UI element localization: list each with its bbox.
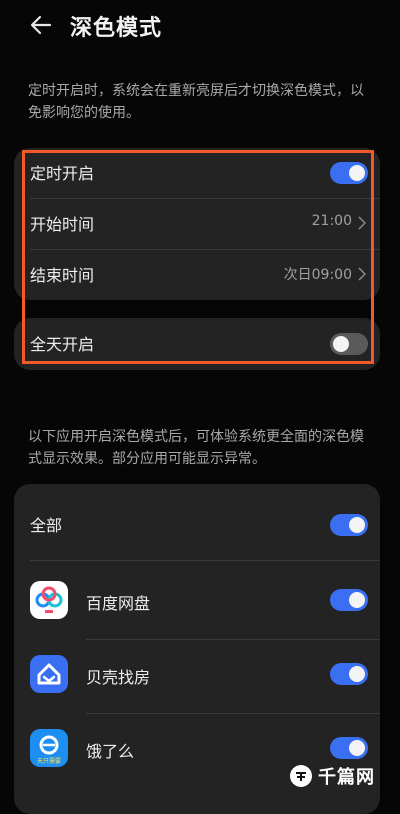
page-title: 深色模式 [70,16,163,41]
watermark-logo-icon [290,765,312,787]
all-day-toggle-row[interactable]: 全天开启 [14,319,380,369]
start-time-row[interactable]: 开始时间 21:00 [14,199,380,249]
app-name: 贝壳找房 [86,668,151,687]
watermark-text: 千篇网 [318,767,375,788]
toggle-knob [349,740,365,756]
app-row-baidu-netdisk[interactable]: 百度网盘 [14,576,380,624]
end-time-label: 结束时间 [30,266,95,285]
divider [86,639,380,640]
all-apps-toggle[interactable] [330,514,368,536]
chevron-right-icon [358,216,366,230]
app-row-beike[interactable]: 贝壳找房 [14,650,380,698]
scheduled-toggle-row[interactable]: 定时开启 [14,148,380,198]
arrow-left-icon [30,15,52,35]
toggle-knob [349,517,365,533]
all-apps-row[interactable]: 全部 [14,500,380,550]
app-name: 饿了么 [86,742,135,761]
schedule-notice: 定时开启时，系统会在重新亮屏后才切换深色模式，以免影响您的使用。 [28,83,364,121]
eleme-icon-text: 天只需要 [37,758,61,765]
start-time-value: 21:00 [311,213,352,229]
all-day-toggle[interactable] [330,333,368,355]
chevron-right-icon [358,267,366,281]
scheduled-toggle[interactable] [330,162,368,184]
all-day-label: 全天开启 [30,335,95,354]
scheduled-label: 定时开启 [30,164,95,183]
toggle-knob [349,666,365,682]
beike-icon [30,655,68,693]
app-toggle[interactable] [330,663,368,685]
back-button[interactable] [28,12,54,38]
app-name: 百度网盘 [86,594,151,613]
end-time-row[interactable]: 结束时间 次日09:00 [14,250,380,300]
all-day-card: 全天开启 [14,318,380,370]
end-time-value: 次日09:00 [283,267,352,283]
watermark: 千篇网 [290,763,388,789]
divider [30,560,380,561]
eleme-icon: 天只需要 [30,729,68,767]
app-toggle[interactable] [330,589,368,611]
baidu-netdisk-icon [30,581,68,619]
toggle-knob [333,336,349,352]
schedule-card: 定时开启 开始时间 21:00 结束时间 次日09:00 [14,148,380,300]
toggle-knob [349,165,365,181]
divider [86,713,380,714]
app-toggle[interactable] [330,737,368,759]
apps-notice: 以下应用开启深色模式后，可体验系统更全面的深色模式显示效果。部分应用可能显示异常… [28,429,364,467]
header-bar: 深色模式 [0,0,400,52]
start-time-label: 开始时间 [30,215,95,234]
all-apps-label: 全部 [30,516,63,535]
toggle-knob [349,592,365,608]
